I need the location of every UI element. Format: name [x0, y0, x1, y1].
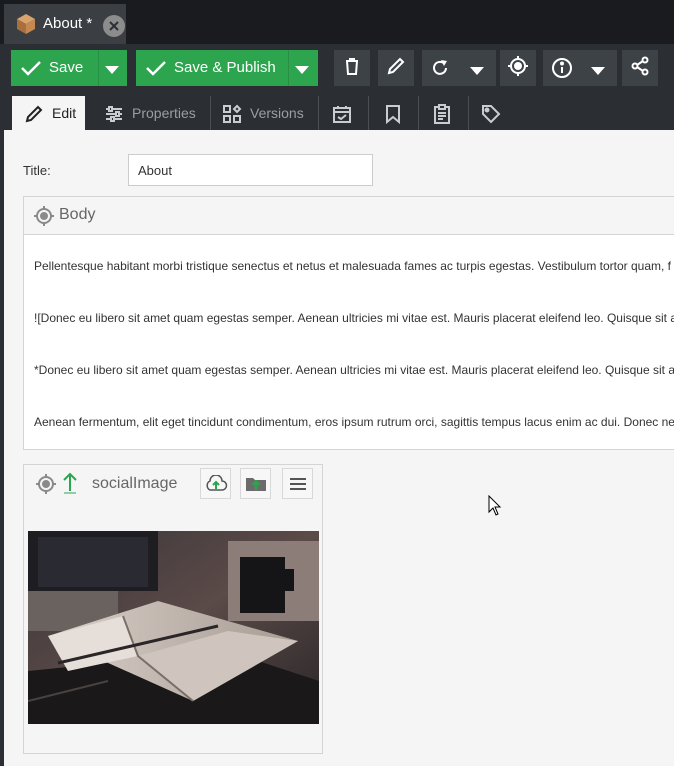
check-icon: [19, 56, 43, 84]
save-button[interactable]: Save: [11, 50, 127, 86]
save-label: Save: [49, 59, 84, 76]
tag-icon: [482, 105, 501, 124]
upload-cloud-button[interactable]: [200, 468, 231, 499]
check-icon: [144, 56, 168, 84]
publish-dropdown-icon[interactable]: [295, 62, 309, 79]
delete-button[interactable]: [334, 50, 370, 86]
target-icon[interactable]: [35, 473, 57, 500]
share-button[interactable]: [622, 50, 658, 86]
upload-arrow-icon: [61, 471, 79, 500]
clipboard-icon: [434, 104, 450, 124]
toolbar: Save Save & Publish: [0, 44, 674, 92]
tab-bookmark[interactable]: [370, 96, 416, 130]
cloud-upload-icon: [205, 474, 227, 491]
save-dropdown-icon[interactable]: [105, 62, 119, 79]
save-publish-label: Save & Publish: [174, 59, 276, 76]
reload-button[interactable]: [422, 50, 496, 86]
tab-versions[interactable]: Versions: [212, 96, 317, 130]
trash-icon: [342, 56, 362, 81]
body-panel-header: Body: [24, 197, 674, 235]
document-cube-icon: [16, 13, 36, 40]
reload-icon: [430, 58, 450, 83]
versions-icon: [223, 104, 242, 123]
close-tab-icon[interactable]: [103, 15, 125, 37]
bookmark-icon: [386, 105, 400, 124]
tab-edit-label: Edit: [52, 105, 77, 121]
folder-upload-icon: [245, 477, 266, 491]
tab-schedule[interactable]: [320, 96, 366, 130]
document-tab-bar: About *: [0, 0, 674, 44]
tab-edit[interactable]: Edit: [12, 96, 85, 130]
document-tab-about[interactable]: About *: [4, 4, 126, 44]
target-icon: [507, 55, 529, 82]
social-image-photo: [28, 531, 319, 724]
body-paragraph[interactable]: Pellentesque habitant morbi tristique se…: [34, 259, 671, 273]
calendar-check-icon: [333, 106, 351, 123]
view-tabs: Edit Properties Versions: [0, 92, 674, 130]
info-icon: [551, 57, 573, 84]
social-image-heading: socialImage: [92, 475, 178, 492]
tab-tags[interactable]: [470, 96, 516, 130]
body-paragraph[interactable]: *Donec eu libero sit amet quam egestas s…: [34, 363, 674, 377]
reload-dropdown-icon[interactable]: [470, 63, 484, 81]
share-icon: [629, 55, 651, 82]
upload-folder-button[interactable]: [240, 468, 271, 499]
body-paragraph[interactable]: Aenean fermentum, elit eget tincidunt co…: [34, 415, 674, 429]
tab-properties-label: Properties: [132, 105, 196, 121]
social-image-panel: socialImage: [23, 464, 323, 754]
pencil-icon: [386, 56, 406, 81]
title-label: Title:: [23, 163, 51, 178]
target-icon[interactable]: [33, 205, 55, 232]
sliders-icon: [106, 106, 122, 122]
tab-versions-label: Versions: [250, 105, 304, 121]
edit-button[interactable]: [378, 50, 414, 86]
title-input[interactable]: [128, 154, 373, 186]
tab-properties[interactable]: Properties: [92, 96, 208, 130]
target-button[interactable]: [500, 50, 536, 86]
body-panel: Body Pellentesque habitant morbi tristiq…: [23, 196, 674, 450]
left-rail: [0, 130, 4, 766]
info-button[interactable]: [543, 50, 617, 86]
body-paragraph[interactable]: ![Donec eu libero sit amet quam egestas …: [34, 311, 674, 325]
document-tab-title: About *: [43, 15, 93, 32]
body-heading: Body: [59, 206, 96, 223]
pencil-icon: [25, 105, 43, 123]
hamburger-icon: [289, 477, 306, 490]
mouse-cursor-icon: [488, 494, 502, 522]
info-dropdown-icon[interactable]: [591, 63, 605, 81]
tab-notes[interactable]: [420, 96, 466, 130]
image-menu-button[interactable]: [282, 468, 313, 499]
save-publish-button[interactable]: Save & Publish: [136, 50, 318, 86]
